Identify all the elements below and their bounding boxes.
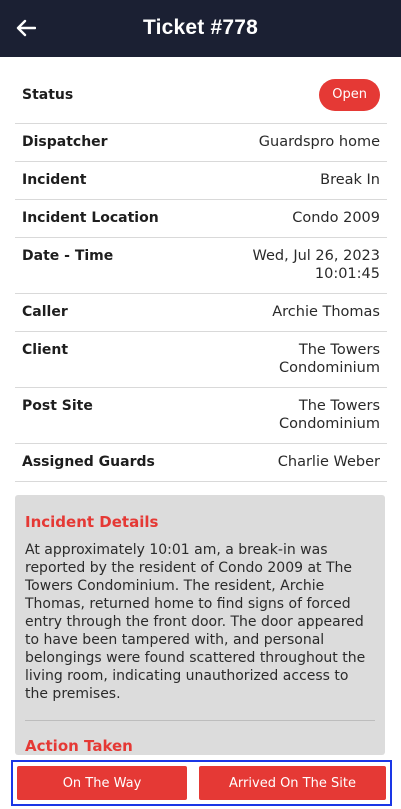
detail-row: Post Site The Towers Condominium bbox=[15, 388, 387, 444]
detail-label: Assigned Guards bbox=[22, 454, 155, 470]
detail-value: Condo 2009 bbox=[292, 210, 380, 226]
arrived-on-site-button[interactable]: Arrived On The Site bbox=[199, 766, 386, 800]
detail-value: Break In bbox=[320, 172, 380, 188]
detail-value: Wed, Jul 26, 2023 10:01:45 bbox=[252, 248, 380, 282]
detail-row: Incident Break In bbox=[15, 162, 387, 200]
incident-details-heading: Incident Details bbox=[25, 513, 159, 531]
card-divider bbox=[25, 720, 375, 721]
incident-details-card[interactable]: Incident Details At approximately 10:01 … bbox=[15, 495, 385, 755]
detail-value: Guardspro home bbox=[258, 134, 380, 150]
detail-label: Date - Time bbox=[22, 248, 114, 264]
detail-value: Archie Thomas bbox=[272, 304, 380, 320]
detail-row: Assigned Guards Charlie Weber bbox=[15, 444, 387, 482]
action-taken-heading: Action Taken bbox=[25, 737, 133, 755]
detail-label: Incident Location bbox=[22, 210, 159, 226]
detail-row: Client The Towers Condominium bbox=[15, 332, 387, 388]
detail-value: The Towers Condominium bbox=[279, 342, 380, 376]
ticket-detail-list: Status Open Dispatcher Guardspro home Inci… bbox=[15, 68, 387, 482]
detail-row-status: Status Open bbox=[15, 68, 387, 124]
detail-label: Caller bbox=[22, 304, 68, 320]
incident-details-text: At approximately 10:01 am, a break-in wa… bbox=[25, 542, 366, 702]
app-bar: Ticket #778 bbox=[0, 0, 401, 57]
detail-label: Post Site bbox=[22, 398, 93, 414]
detail-row: Incident Location Condo 2009 bbox=[15, 200, 387, 238]
detail-label: Dispatcher bbox=[22, 134, 108, 150]
detail-value: The Towers Condominium bbox=[279, 398, 380, 432]
detail-label: Incident bbox=[22, 172, 87, 188]
detail-row: Dispatcher Guardspro home bbox=[15, 124, 387, 162]
status-label: Status bbox=[22, 87, 74, 103]
detail-value: Charlie Weber bbox=[277, 454, 380, 470]
detail-row: Date - Time Wed, Jul 26, 2023 10:01:45 bbox=[15, 238, 387, 294]
action-button-bar: On The Way Arrived On The Site bbox=[11, 760, 392, 806]
detail-row: Caller Archie Thomas bbox=[15, 294, 387, 332]
on-the-way-button[interactable]: On The Way bbox=[17, 766, 187, 800]
page-title: Ticket #778 bbox=[142, 16, 259, 39]
detail-label: Client bbox=[22, 342, 69, 358]
status-badge: Open bbox=[319, 79, 380, 111]
